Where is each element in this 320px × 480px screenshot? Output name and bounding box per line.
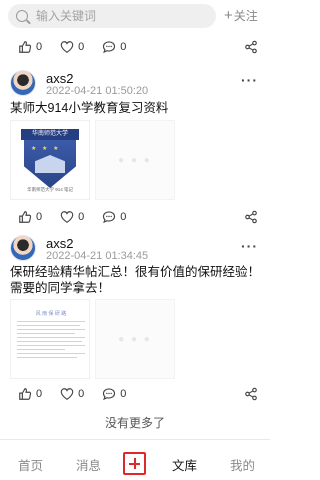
comment-icon	[103, 388, 116, 401]
comment-count: 0	[120, 388, 127, 400]
username[interactable]: axs2	[46, 236, 73, 251]
comment-button[interactable]: 0	[102, 40, 126, 54]
post-text[interactable]: 保研经验精华帖汇总！很有价值的保研经验！需要的同学拿去！	[10, 264, 262, 296]
like-icon	[19, 41, 32, 53]
heart-icon	[60, 41, 74, 53]
no-more-text: 没有更多了	[104, 416, 165, 430]
comment-count: 0	[120, 41, 127, 53]
post-actions: 0 0 0	[0, 35, 270, 59]
heart-icon	[60, 211, 74, 223]
comment-button[interactable]: 0	[102, 210, 126, 224]
heart-icon	[60, 388, 74, 400]
image-placeholder[interactable]: ● ● ●	[95, 120, 175, 200]
crest-image: 华南师范大学 ★ ★ ★	[21, 129, 79, 191]
like-icon	[19, 388, 32, 400]
follow-label: 关注	[233, 9, 258, 23]
like-button[interactable]: 0	[18, 387, 42, 401]
like-button[interactable]: 0	[18, 40, 42, 54]
plus-icon: +	[224, 6, 233, 24]
post-card[interactable]: axs2 2022-04-21 01:34:45 ··· 保研经验精华帖汇总！很…	[0, 227, 270, 407]
favorite-button[interactable]: 0	[60, 40, 84, 54]
tab-messages[interactable]: 消息	[76, 455, 101, 474]
image-placeholder[interactable]: ● ● ●	[95, 299, 175, 379]
post-actions: 0 0 0	[0, 382, 270, 406]
tab-profile[interactable]: 我的	[230, 455, 255, 474]
comment-button[interactable]: 0	[102, 387, 126, 401]
post-actions: 0 0 0	[0, 205, 270, 229]
favorite-count: 0	[78, 388, 85, 400]
share-icon[interactable]	[244, 387, 258, 401]
search-input[interactable]	[36, 9, 206, 23]
username[interactable]: axs2	[46, 71, 73, 86]
post-card[interactable]: axs2 2022-04-21 01:50:20 ··· 某师大914小学教育复…	[0, 60, 270, 235]
like-count: 0	[36, 41, 43, 53]
document-preview: 风 雨 保 研 路	[17, 310, 85, 361]
follow-button[interactable]: + 关注	[224, 7, 258, 24]
share-icon[interactable]	[244, 40, 258, 54]
post-time: 2022-04-21 01:34:45	[46, 250, 149, 262]
favorite-count: 0	[78, 41, 85, 53]
like-count: 0	[36, 211, 43, 223]
search-icon	[16, 10, 28, 22]
crest-band: 华南师范大学	[21, 129, 79, 140]
post-image[interactable]: 风 雨 保 研 路	[10, 299, 90, 379]
like-icon	[19, 211, 32, 223]
post-image[interactable]: 华南师范大学 ★ ★ ★ 华南师范大学 914 笔记	[10, 120, 90, 200]
tab-home[interactable]: 首页	[18, 455, 43, 474]
add-tab-icon[interactable]	[123, 452, 146, 475]
doc-title: 风 雨 保 研 路	[35, 311, 67, 317]
avatar[interactable]	[10, 70, 36, 96]
favorite-button[interactable]: 0	[60, 387, 84, 401]
more-icon[interactable]: ···	[241, 238, 258, 254]
comment-icon	[103, 41, 116, 54]
thumb-caption: 华南师范大学 914 笔记	[26, 187, 73, 192]
like-button[interactable]: 0	[18, 210, 42, 224]
post-time: 2022-04-21 01:50:20	[46, 85, 149, 97]
comment-count: 0	[120, 211, 127, 223]
search-box[interactable]	[8, 4, 216, 28]
avatar[interactable]	[10, 235, 36, 261]
favorite-button[interactable]: 0	[60, 210, 84, 224]
post-text[interactable]: 某师大914小学教育复习资料	[10, 100, 262, 116]
more-icon[interactable]: ···	[241, 72, 258, 88]
share-icon[interactable]	[244, 210, 258, 224]
tab-library[interactable]: 文库	[172, 455, 197, 474]
comment-icon	[103, 211, 116, 224]
favorite-count: 0	[78, 211, 85, 223]
like-count: 0	[36, 388, 43, 400]
top-bar: + 关注	[0, 0, 270, 32]
